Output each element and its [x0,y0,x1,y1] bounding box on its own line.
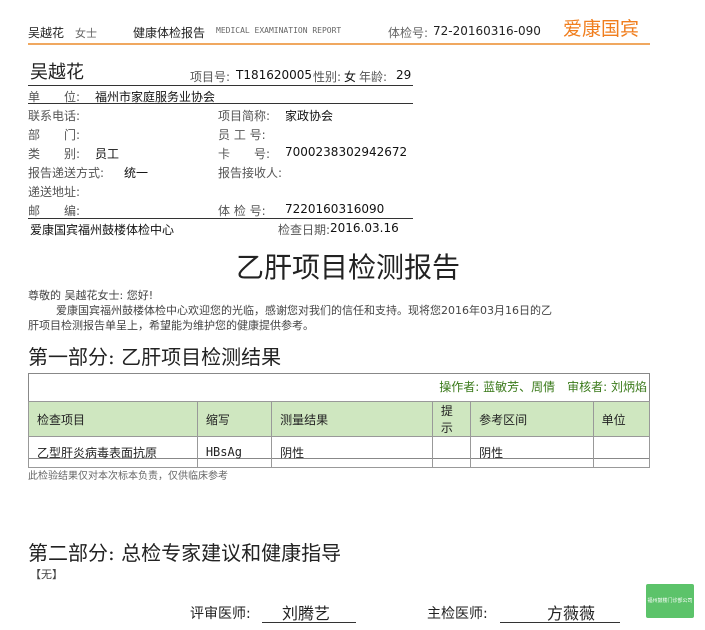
reviewer-line [262,622,356,623]
gender-label: 性别: [313,70,342,84]
intro-line-1: 爱康国宾福州鼓楼体检中心欢迎您的光临，感谢您对我们的信任和支持。现将您2016年… [56,304,552,317]
age: 29 [396,68,412,82]
col-item: 检查项目 [28,401,198,437]
exam-no2: 7220160316090 [285,202,385,216]
project-no-label: 项目号: [190,70,231,84]
category: 员工 [95,147,120,161]
green-stamp: 福州鼓楼门诊部公司 [646,584,694,618]
cell-hint [431,436,472,468]
section2-content: 【无】 [30,568,63,581]
cell-result: 阴性 [271,436,433,468]
exam-no-label: 体检号: [388,26,429,40]
section2-title: 第二部分: 总检专家建议和健康指导 [28,541,342,565]
header-honorific: 女士 [75,27,97,40]
age-label: 年龄: [359,70,388,84]
info-divider-top [28,85,413,86]
col-hint: 提示 [431,401,472,437]
exam-no2-label: 体 检 号: [218,204,266,218]
main-title: 乙肝项目检测报告 [236,251,461,284]
results-header-row: 检查项目 缩写 测量结果 提示 参考区间 单位 [28,401,651,437]
info-divider-unit [28,103,413,104]
dept-label: 部 门: [28,128,81,142]
gender: 女 [344,70,357,84]
results-table: 检查项目 缩写 测量结果 提示 参考区间 单位 乙型肝炎病毒表面抗原 HBsAg… [28,401,651,468]
delivery-label: 报告递送方式: [28,166,105,180]
intro-line-2: 肝项目检测报告单呈上，希望能为维护您的健康提供参考。 [28,319,314,332]
table-row: 乙型肝炎病毒表面抗原 HBsAg 阴性 阴性 [28,436,651,468]
cell-unit [592,436,651,468]
result-note: 此检验结果仅对本次标本负责，仅供临床参考 [28,471,228,482]
reviewer-signature: 刘腾艺 [282,604,331,623]
cell-item: 乙型肝炎病毒表面抗原 [28,436,198,468]
col-range: 参考区间 [470,401,594,437]
cell-range: 阴性 [470,436,594,468]
category-label: 类 别: [28,147,81,161]
date-label: 检查日期: [278,223,331,237]
report-title-en: MEDICAL EXAMINATION REPORT [216,26,342,35]
address-label: 递送地址: [28,185,81,199]
project-abbr-label: 项目简称: [218,109,271,123]
info-divider-bottom [28,218,413,219]
reviewer-label: 评审医师: [190,606,251,622]
chief-signature: 方薇薇 [547,604,596,623]
center-name: 爱康国宾福州鼓楼体检中心 [30,223,175,237]
project-no: T181620005 [236,68,313,82]
exam-date: 2016.03.16 [330,221,399,235]
phone-label: 联系电话: [28,109,81,123]
col-abbr: 缩写 [196,401,273,437]
section1-title: 第一部分: 乙肝项目检测结果 [28,345,282,369]
card-label: 卡 号: [218,147,271,161]
receiver-label: 报告接收人: [218,166,283,180]
operators: 操作者: 蓝敏芳、周倩 审核者: 刘炳焰 [439,380,647,394]
header-divider [28,43,650,45]
patient-name: 吴越花 [30,62,84,83]
exam-no: 72-20160316-090 [433,24,541,38]
card-no: 7000238302942672 [285,145,408,159]
report-title: 健康体检报告 [133,26,206,40]
col-unit: 单位 [592,401,651,437]
postcode-label: 邮 编: [28,204,81,218]
cell-abbr: HBsAg [196,436,273,468]
chief-line [500,622,620,623]
brand-logo: 爱康国宾 [563,18,640,40]
chief-label: 主检医师: [427,606,488,622]
delivery: 统一 [124,166,149,180]
project-abbr: 家政协会 [285,109,334,123]
greeting: 尊敬的 吴越花女士: 您好! [28,289,154,302]
employee-no-label: 员 工 号: [218,128,266,142]
header-name: 吴越花 [28,26,65,40]
col-result: 测量结果 [271,401,433,437]
